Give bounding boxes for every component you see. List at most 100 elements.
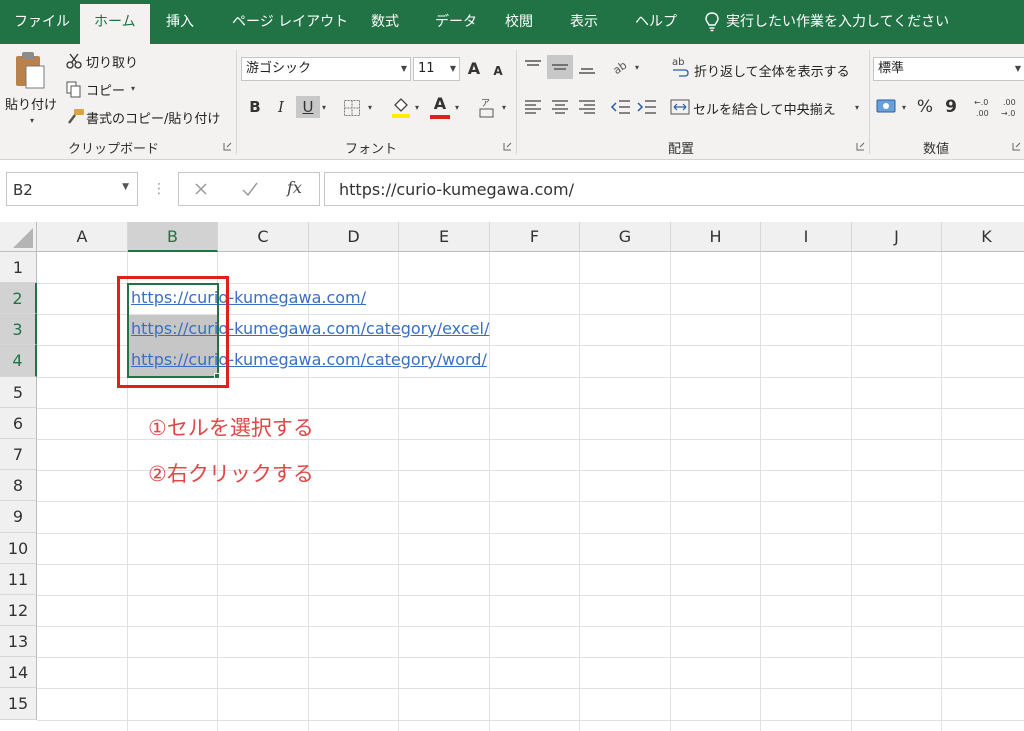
lightbulb-icon[interactable] <box>703 11 721 33</box>
wrap-text-icon[interactable]: ab <box>671 55 691 79</box>
wrap-text-button[interactable]: 折り返して全体を表示する <box>694 61 850 80</box>
row-header-9[interactable]: 9 <box>0 501 37 533</box>
row-header-11[interactable]: 11 <box>0 564 37 595</box>
merge-dropdown-arrow[interactable]: ▾ <box>855 103 859 112</box>
comma-style-button[interactable]: 9 <box>940 96 962 118</box>
font-color-dropdown-arrow[interactable]: ▾ <box>455 103 459 112</box>
phonetic-dropdown-arrow[interactable]: ▾ <box>502 103 506 112</box>
clipboard-launcher-icon[interactable] <box>223 142 232 151</box>
underline-dropdown-arrow[interactable]: ▾ <box>322 103 326 112</box>
font-size-select[interactable]: 11 ▼ <box>413 57 460 81</box>
cancel-icon[interactable] <box>193 181 209 197</box>
font-color-button[interactable]: A <box>429 93 451 115</box>
column-header-g[interactable]: G <box>580 222 671 252</box>
formula-bar-grip-icon[interactable]: ⋮ <box>152 181 166 197</box>
row-header-3[interactable]: 3 <box>0 314 37 345</box>
italic-button[interactable]: I <box>270 96 292 118</box>
tab-insert[interactable]: 挿入 <box>166 0 194 44</box>
enter-check-icon[interactable] <box>241 181 259 197</box>
select-all-button[interactable] <box>0 222 37 252</box>
gridline <box>37 657 1024 658</box>
decrease-indent-icon[interactable] <box>610 97 632 117</box>
alignment-launcher-icon[interactable] <box>856 142 865 151</box>
format-painter-icon[interactable] <box>65 108 85 126</box>
shrink-font-button[interactable]: A <box>487 60 509 82</box>
row-header-8[interactable]: 8 <box>0 470 37 501</box>
align-center-icon[interactable] <box>550 97 570 117</box>
tab-page-layout[interactable]: ページ レイアウト <box>232 0 348 44</box>
tab-home[interactable]: ホーム <box>80 4 150 44</box>
tell-me-search[interactable]: 実行したい作業を入力してください <box>726 0 949 44</box>
tab-formulas[interactable]: 数式 <box>371 0 399 44</box>
currency-icon[interactable] <box>875 96 899 118</box>
tab-review[interactable]: 校閲 <box>505 0 533 44</box>
percent-button[interactable]: % <box>914 96 936 118</box>
column-header-e[interactable]: E <box>399 222 490 252</box>
row-header-13[interactable]: 13 <box>0 626 37 657</box>
align-left-icon[interactable] <box>523 97 543 117</box>
align-bottom-icon[interactable] <box>577 58 597 76</box>
align-right-icon[interactable] <box>577 97 597 117</box>
copy-button[interactable]: コピー <box>86 80 125 99</box>
row-header-4[interactable]: 4 <box>0 345 37 377</box>
paste-dropdown-arrow[interactable]: ▾ <box>30 116 34 125</box>
number-format-select[interactable]: 標準 ▼ <box>873 57 1024 81</box>
row-header-10[interactable]: 10 <box>0 533 37 564</box>
row-header-7[interactable]: 7 <box>0 439 37 470</box>
decrease-decimal-icon[interactable]: .00 →.0 <box>1000 96 1024 120</box>
tab-view[interactable]: 表示 <box>570 0 598 44</box>
column-header-b[interactable]: B <box>128 222 218 252</box>
format-painter-button[interactable]: 書式のコピー/貼り付け <box>86 108 220 127</box>
currency-dropdown-arrow[interactable]: ▾ <box>902 103 906 112</box>
row-header-1[interactable]: 1 <box>0 252 37 283</box>
font-size-value: 11 <box>418 61 435 76</box>
font-name-select[interactable]: 游ゴシック ▼ <box>241 57 411 81</box>
tab-help[interactable]: ヘルプ <box>635 0 677 44</box>
column-header-i[interactable]: I <box>761 222 852 252</box>
underline-button[interactable]: U <box>296 96 320 118</box>
column-header-c[interactable]: C <box>218 222 309 252</box>
borders-dropdown-arrow[interactable]: ▾ <box>368 103 372 112</box>
row-header-2[interactable]: 2 <box>0 283 37 314</box>
fill-color-icon[interactable] <box>390 95 412 119</box>
increase-indent-icon[interactable] <box>636 97 658 117</box>
cut-button[interactable]: 切り取り <box>86 52 138 71</box>
column-header-f[interactable]: F <box>490 222 580 252</box>
tab-data[interactable]: データ <box>435 0 477 44</box>
bold-button[interactable]: B <box>244 96 266 118</box>
orientation-dropdown-arrow[interactable]: ▾ <box>635 63 639 72</box>
borders-icon[interactable] <box>343 99 361 117</box>
paste-button[interactable]: 貼り付け <box>5 94 57 113</box>
row-header-12[interactable]: 12 <box>0 595 37 626</box>
scissors-icon[interactable] <box>65 52 83 70</box>
tab-file[interactable]: ファイル <box>14 0 70 44</box>
column-header-d[interactable]: D <box>309 222 399 252</box>
align-top-icon[interactable] <box>523 58 543 76</box>
column-header-j[interactable]: J <box>852 222 942 252</box>
fill-color-dropdown-arrow[interactable]: ▾ <box>415 103 419 112</box>
merge-center-button[interactable]: セルを結合して中央揃え <box>693 99 836 118</box>
font-launcher-icon[interactable] <box>503 142 512 151</box>
row-header-14[interactable]: 14 <box>0 657 37 688</box>
copy-dropdown-arrow[interactable]: ▾ <box>131 84 135 93</box>
formula-input[interactable]: https://curio-kumegawa.com/ <box>324 172 1024 206</box>
align-middle-icon[interactable] <box>547 55 573 79</box>
orientation-icon[interactable]: ab <box>610 56 632 76</box>
paste-icon[interactable] <box>12 50 48 92</box>
name-box-dropdown-icon[interactable]: ▼ <box>122 182 129 192</box>
row-header-5[interactable]: 5 <box>0 377 37 408</box>
number-launcher-icon[interactable] <box>1012 142 1021 151</box>
grow-font-button[interactable]: A <box>463 58 485 80</box>
insert-function-button[interactable]: fx <box>287 178 302 197</box>
worksheet-grid[interactable]: A B C D E F G H I J K 1 2 3 4 5 6 7 8 9 … <box>0 222 1024 731</box>
copy-icon[interactable] <box>65 80 83 98</box>
column-header-a[interactable]: A <box>37 222 128 252</box>
phonetic-guide-icon[interactable]: ア <box>478 97 496 119</box>
merge-center-icon[interactable] <box>670 98 690 116</box>
row-header-6[interactable]: 6 <box>0 408 37 439</box>
column-header-k[interactable]: K <box>942 222 1024 252</box>
column-header-h[interactable]: H <box>671 222 761 252</box>
name-box[interactable]: B2 ▼ <box>6 172 138 206</box>
increase-decimal-icon[interactable]: ←.0 .00 <box>972 96 996 120</box>
row-header-15[interactable]: 15 <box>0 688 37 720</box>
